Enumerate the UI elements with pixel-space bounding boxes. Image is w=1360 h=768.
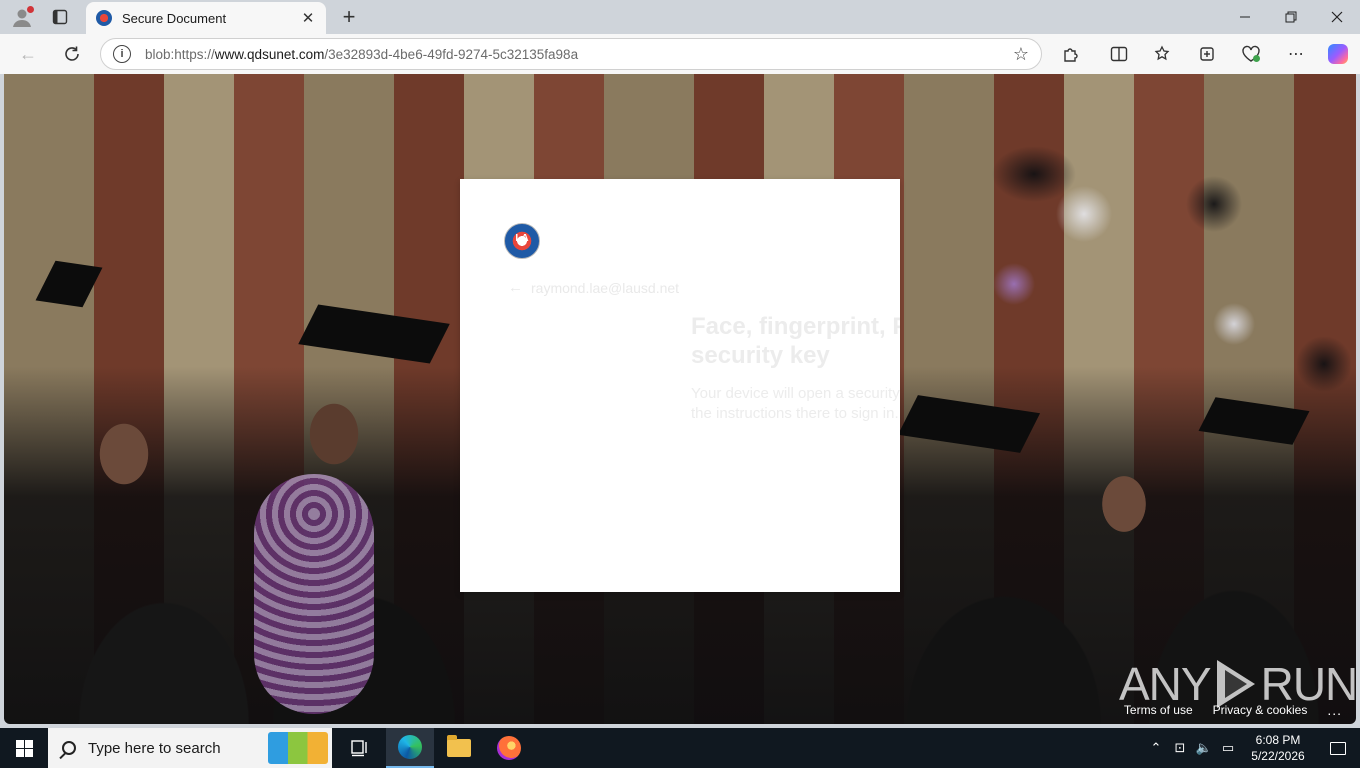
address-url[interactable]: blob:https://www.qdsunet.com/3e32893d-4b…	[145, 47, 1013, 62]
signin-card: LA ← raymond.lae@lausd.net Face, fingerp…	[460, 179, 900, 592]
search-highlight-image	[268, 732, 328, 764]
tab-secure-document[interactable]: Secure Document ✕	[86, 2, 326, 34]
refresh-icon	[65, 46, 79, 61]
task-view-button[interactable]	[336, 728, 384, 768]
privacy-cookies-link[interactable]: Privacy & cookies	[1213, 703, 1308, 717]
tab-actions-button[interactable]	[46, 5, 74, 29]
page-background-photo: LA ← raymond.lae@lausd.net Face, fingerp…	[4, 74, 1356, 724]
split-screen-button[interactable]	[1104, 40, 1134, 68]
tab-actions-icon	[52, 9, 68, 25]
settings-more-button[interactable]: ⋯	[1281, 40, 1311, 68]
page-footer: Terms of use Privacy & cookies ...	[1124, 702, 1342, 718]
taskbar-clock[interactable]: 6:08 PM 5/22/2026	[1240, 732, 1316, 764]
favorites-star-list-icon	[1154, 45, 1170, 61]
refresh-button[interactable]	[56, 39, 88, 69]
footer-more-button[interactable]: ...	[1327, 702, 1342, 718]
close-window-button[interactable]	[1314, 0, 1360, 34]
play-logo-icon	[1216, 660, 1255, 708]
tab-title: Secure Document	[122, 10, 227, 26]
flower-lei	[254, 474, 374, 714]
clock-time: 6:08 PM	[1255, 733, 1301, 747]
restore-icon	[1285, 11, 1297, 23]
taskbar-search-box[interactable]: Type here to search	[48, 728, 332, 768]
copilot-icon	[1328, 44, 1348, 64]
network-icon[interactable]: ▭	[1216, 728, 1240, 768]
edge-taskbar-button[interactable]	[386, 728, 434, 768]
collections-button[interactable]	[1192, 40, 1222, 68]
terms-of-use-link[interactable]: Terms of use	[1124, 703, 1193, 717]
system-tray: ⌃ ⊡ 🔈 ▭ 6:08 PM 5/22/2026	[1144, 728, 1360, 768]
restore-button[interactable]	[1268, 0, 1314, 34]
graduation-cap	[298, 304, 450, 364]
task-view-icon	[351, 740, 367, 757]
start-button[interactable]	[0, 728, 48, 768]
account-email: raymond.lae@lausd.net	[531, 279, 680, 296]
extensions-button[interactable]	[1056, 40, 1086, 68]
arrow-left-icon: ←	[19, 43, 37, 64]
minimize-button[interactable]	[1222, 0, 1268, 34]
address-bar[interactable]: i blob:https://www.qdsunet.com/3e32893d-…	[100, 38, 1042, 70]
district-logo: LA	[504, 223, 540, 259]
favorite-star-icon[interactable]: ☆	[1013, 44, 1029, 65]
signin-heading: Face, fingerprint, PIN, or security key	[691, 313, 900, 369]
favorites-button[interactable]	[1148, 40, 1178, 68]
back-button[interactable]: ←	[12, 39, 44, 69]
signin-description: Your device will open a security window.…	[691, 385, 900, 422]
tab-close-icon[interactable]: ✕	[298, 8, 318, 28]
volume-icon[interactable]: 🔈	[1192, 728, 1216, 768]
minimize-icon	[1240, 16, 1250, 18]
split-screen-icon	[1110, 46, 1128, 62]
new-tab-button[interactable]: +	[336, 4, 362, 30]
edge-icon	[398, 735, 422, 759]
notification-center-button[interactable]	[1316, 728, 1360, 768]
puzzle-icon	[1064, 48, 1078, 62]
browser-essentials-button[interactable]	[1236, 40, 1266, 68]
heart-pulse-icon	[1242, 45, 1260, 62]
collections-icon	[1200, 47, 1214, 61]
site-info-icon[interactable]: i	[113, 45, 131, 63]
windows-taskbar: Type here to search ⌃ ⊡ 🔈 ▭ 6:08 PM 5/22…	[0, 728, 1360, 768]
graduation-cap	[35, 260, 103, 308]
search-icon	[62, 741, 76, 755]
profile-button[interactable]	[8, 4, 36, 30]
copilot-button[interactable]	[1323, 40, 1353, 68]
windows-logo-icon	[15, 739, 33, 757]
more-dots-icon: ⋯	[1288, 46, 1304, 63]
site-favicon-icon	[96, 10, 112, 26]
clock-date: 5/22/2026	[1251, 749, 1305, 763]
firefox-icon	[497, 736, 521, 760]
file-explorer-taskbar-button[interactable]	[435, 728, 483, 768]
back-to-account-link[interactable]: ← raymond.lae@lausd.net	[508, 279, 679, 296]
tab-strip: Secure Document ✕ +	[0, 0, 1360, 34]
folder-icon	[447, 735, 471, 757]
camera-icon[interactable]: ⊡	[1168, 728, 1192, 768]
notification-icon	[1330, 741, 1346, 755]
search-placeholder: Type here to search	[88, 739, 221, 757]
browser-toolbar: ← i blob:https://www.qdsunet.com/3e32893…	[0, 34, 1360, 74]
close-icon	[1331, 11, 1343, 23]
firefox-taskbar-button[interactable]	[485, 728, 533, 768]
arrow-left-icon: ←	[508, 279, 523, 296]
notification-dot	[27, 6, 34, 13]
chevron-up-icon[interactable]: ⌃	[1144, 728, 1168, 768]
